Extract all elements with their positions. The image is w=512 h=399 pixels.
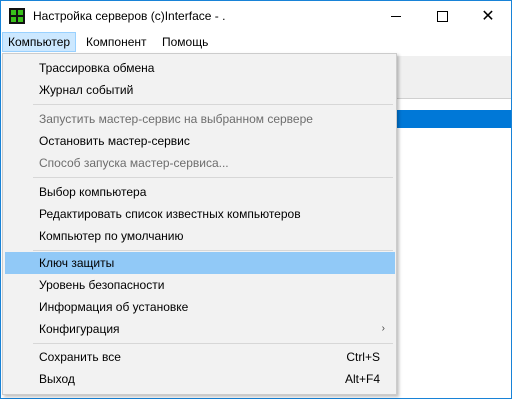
menu-item-installation-info[interactable]: Информация об установке (5, 296, 395, 318)
menu-item-master-service-start-mode: Способ запуска мастер-сервиса... (5, 152, 395, 174)
menu-item-edit-known-computers[interactable]: Редактировать список известных компьютер… (5, 203, 395, 225)
menu-separator (33, 177, 393, 178)
menu-item-shortcut: Ctrl+S (346, 350, 380, 364)
minimize-icon (391, 15, 401, 17)
menu-item-label: Сохранить все (39, 350, 121, 364)
menu-item-shortcut: Alt+F4 (344, 372, 380, 386)
menu-item-trace[interactable]: Трассировка обмена (5, 57, 395, 79)
menu-item-configuration[interactable]: Конфигурация › (5, 318, 395, 340)
menu-item-save-all[interactable]: Сохранить все Ctrl+S (5, 346, 395, 368)
chevron-right-icon: › (381, 323, 385, 334)
menu-component[interactable]: Компонент (81, 33, 152, 51)
menu-item-default-computer[interactable]: Компьютер по умолчанию (5, 225, 395, 247)
menu-item-stop-master-service[interactable]: Остановить мастер-сервис (5, 130, 395, 152)
title-bar[interactable]: Настройка серверов (c)Interface - . ✕ (1, 1, 511, 31)
menu-item-label: Остановить мастер-сервис (39, 134, 190, 148)
menu-item-label: Способ запуска мастер-сервиса... (39, 156, 229, 170)
menu-bar: Компьютер Компонент Помощь (1, 32, 511, 52)
maximize-button[interactable] (419, 1, 465, 31)
app-icon[interactable] (9, 8, 25, 24)
toolbar-area (396, 56, 511, 99)
menu-item-start-master-service: Запустить мастер-сервис на выбранном сер… (5, 108, 395, 130)
menu-item-label: Трассировка обмена (39, 61, 155, 75)
menu-separator (33, 104, 393, 105)
menu-separator (33, 250, 393, 251)
menu-separator (33, 343, 393, 344)
menu-computer[interactable]: Компьютер (2, 32, 77, 52)
menu-item-label: Журнал событий (39, 83, 134, 97)
maximize-icon (436, 10, 448, 22)
menu-item-event-log[interactable]: Журнал событий (5, 79, 395, 101)
menu-item-select-computer[interactable]: Выбор компьютера (5, 181, 395, 203)
menu-item-label: Выбор компьютера (39, 185, 147, 199)
menu-item-label: Ключ защиты (39, 256, 115, 270)
close-button[interactable]: ✕ (465, 1, 511, 31)
menu-item-label: Информация об установке (39, 300, 189, 314)
close-icon: ✕ (481, 6, 495, 25)
menu-help[interactable]: Помощь (157, 33, 213, 51)
menu-item-label: Конфигурация (39, 322, 120, 336)
minimize-button[interactable] (373, 1, 419, 31)
menu-item-label: Редактировать список известных компьютер… (39, 207, 301, 221)
computer-menu-dropdown: Трассировка обмена Журнал событий Запуст… (2, 53, 397, 395)
menu-item-label: Компьютер по умолчанию (39, 229, 184, 243)
window-title: Настройка серверов (c)Interface - . (33, 9, 226, 23)
menu-item-protection-key[interactable]: Ключ защиты (5, 252, 395, 274)
menu-item-label: Уровень безопасности (39, 278, 165, 292)
selected-list-row[interactable] (396, 110, 511, 128)
menu-item-label: Выход (39, 372, 75, 386)
menu-item-label: Запустить мастер-сервис на выбранном сер… (39, 112, 313, 126)
menu-item-exit[interactable]: Выход Alt+F4 (5, 368, 395, 390)
menu-item-security-level[interactable]: Уровень безопасности (5, 274, 395, 296)
